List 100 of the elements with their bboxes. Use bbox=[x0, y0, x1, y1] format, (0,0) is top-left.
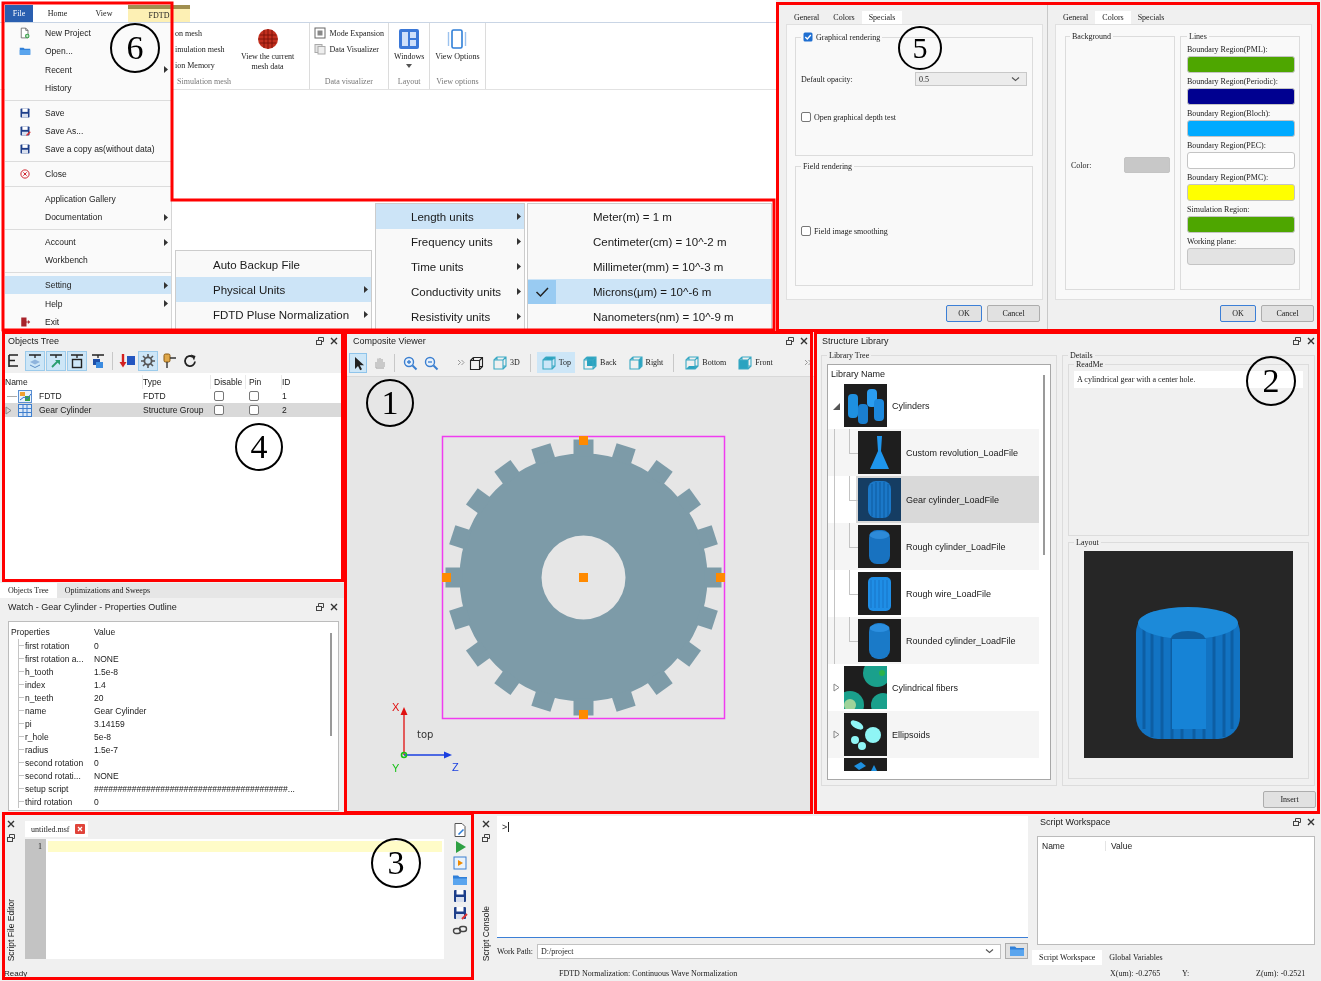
checkbox-icon[interactable] bbox=[249, 391, 259, 401]
dialog-tab[interactable]: Specials bbox=[861, 11, 903, 24]
checkbox-icon[interactable] bbox=[803, 32, 813, 42]
menu-item[interactable]: Exit bbox=[5, 312, 66, 331]
close-icon[interactable] bbox=[799, 335, 809, 346]
menu-item[interactable]: Open... bbox=[5, 42, 79, 61]
menu-item[interactable]: Meter(m) = 1 m bbox=[528, 204, 771, 229]
dialog-button[interactable]: OK bbox=[1220, 305, 1256, 322]
restore-icon[interactable] bbox=[315, 335, 325, 346]
ribbon-button[interactable]: on mesh bbox=[175, 26, 225, 40]
swatch-icon[interactable] bbox=[1187, 184, 1295, 201]
console-field[interactable]: > bbox=[497, 816, 1028, 938]
swatch-icon[interactable] bbox=[1187, 120, 1295, 137]
browse-button[interactable] bbox=[1005, 943, 1028, 959]
swatch-icon[interactable] bbox=[1187, 248, 1295, 265]
checkbox[interactable]: Field image smoothing bbox=[801, 226, 1027, 236]
resize-handle[interactable] bbox=[579, 436, 588, 445]
restore-icon[interactable] bbox=[6, 833, 16, 843]
scrollbar[interactable] bbox=[1043, 375, 1045, 555]
close-icon[interactable] bbox=[6, 819, 16, 829]
checkbox-icon[interactable] bbox=[801, 112, 811, 122]
editor-tab[interactable]: untitled.msf bbox=[25, 821, 89, 837]
resize-handle[interactable] bbox=[442, 573, 451, 582]
resize-handle[interactable] bbox=[579, 710, 588, 719]
menu-item[interactable]: Save As... bbox=[5, 122, 90, 141]
center-handle[interactable] bbox=[579, 573, 588, 582]
panel-tab[interactable]: Script Workspace bbox=[1032, 950, 1103, 965]
checkbox-icon[interactable] bbox=[214, 391, 224, 401]
menu-item[interactable]: Nanometers(nm) = 10^-9 m bbox=[528, 304, 771, 329]
tree-item[interactable]: Ellipsoids bbox=[828, 711, 1039, 758]
tree-item[interactable]: Rough cylinder_LoadFile bbox=[828, 523, 1039, 570]
menu-item[interactable]: FDTD Pluse Normalization bbox=[176, 302, 371, 327]
view-button[interactable]: Right bbox=[623, 352, 668, 373]
dialog-button[interactable]: OK bbox=[946, 305, 982, 322]
menu-item[interactable]: Save bbox=[5, 103, 71, 122]
menu-item[interactable]: Setting bbox=[5, 276, 171, 295]
dialog-button[interactable]: Cancel bbox=[987, 305, 1040, 322]
resize-handle[interactable] bbox=[716, 573, 725, 582]
view-button[interactable]: Bottom bbox=[680, 352, 731, 373]
menu-item[interactable]: Centimeter(cm) = 10^-2 m bbox=[528, 229, 771, 254]
pointer-icon[interactable] bbox=[349, 352, 367, 373]
ribbon-button[interactable]: imulation mesh bbox=[175, 42, 225, 56]
view-button[interactable]: Top bbox=[536, 352, 576, 373]
close-icon[interactable] bbox=[1306, 816, 1316, 827]
dropdown[interactable]: 0.5 bbox=[915, 72, 1027, 86]
panel-tab[interactable]: Global Variables bbox=[1102, 950, 1170, 965]
ribbon-button[interactable]: View the current mesh data bbox=[230, 26, 305, 75]
tree-item[interactable]: Rounded cylinder_LoadFile bbox=[828, 617, 1039, 664]
menu-item[interactable]: Workbench bbox=[5, 251, 94, 270]
ribbon-button[interactable]: Data Visualizer bbox=[313, 42, 384, 56]
collapse-icon[interactable] bbox=[832, 401, 840, 410]
menu-item[interactable]: Account bbox=[5, 232, 171, 252]
expand-icon[interactable] bbox=[832, 730, 840, 739]
menu-item[interactable]: History bbox=[5, 78, 78, 98]
menu-item[interactable]: Conductivity units bbox=[376, 279, 524, 304]
close-icon[interactable] bbox=[329, 601, 339, 612]
more-icon[interactable] bbox=[804, 359, 812, 366]
close-icon[interactable] bbox=[481, 819, 491, 829]
path-dropdown[interactable]: D:/project bbox=[537, 943, 1001, 959]
menu-item[interactable]: Close bbox=[5, 165, 73, 184]
tree-row[interactable]: FDTD FDTD 1 bbox=[3, 389, 343, 403]
restore-icon[interactable] bbox=[481, 833, 491, 843]
menu-item[interactable]: Auto Backup File bbox=[176, 252, 371, 277]
view-button[interactable]: Back bbox=[578, 352, 621, 373]
scrollbar[interactable] bbox=[330, 633, 332, 736]
frame-icon[interactable] bbox=[67, 351, 87, 371]
ribbon-tab[interactable]: File bbox=[5, 5, 33, 22]
menu-item[interactable]: Length units bbox=[376, 204, 524, 229]
more-icon[interactable] bbox=[457, 359, 465, 366]
checkbox-icon[interactable] bbox=[214, 405, 224, 415]
checkbox[interactable]: Graphical rendering bbox=[803, 32, 881, 42]
ribbon-tab[interactable]: View bbox=[82, 5, 126, 22]
menu-item[interactable]: Help bbox=[5, 294, 171, 313]
expand-icon[interactable] bbox=[832, 683, 840, 692]
ribbon-tab[interactable]: FDTD bbox=[128, 5, 190, 22]
menu-item[interactable]: New Project bbox=[5, 24, 97, 43]
checkbox[interactable]: Open graphical depth test bbox=[801, 112, 1027, 122]
ribbon-tab[interactable]: Home bbox=[35, 5, 80, 22]
menu-item[interactable]: Physical Units bbox=[176, 277, 371, 302]
edit-file-icon[interactable] bbox=[451, 822, 468, 838]
ribbon-button[interactable]: Windows bbox=[393, 26, 426, 75]
view-button[interactable]: Front bbox=[733, 352, 777, 373]
layers-icon[interactable] bbox=[25, 351, 45, 371]
swatch-icon[interactable] bbox=[1187, 152, 1295, 169]
close-icon[interactable] bbox=[329, 335, 339, 346]
expand-icon[interactable] bbox=[5, 405, 12, 415]
tree-item[interactable]: Custom revolution_LoadFile bbox=[828, 429, 1039, 476]
menu-item[interactable]: Millimeter(mm) = 10^-3 m bbox=[528, 254, 771, 279]
menu-item[interactable]: Frequency units bbox=[376, 229, 524, 254]
dialog-tab[interactable]: Colors bbox=[1095, 11, 1131, 24]
panel-tab[interactable]: Objects Tree bbox=[0, 583, 57, 598]
menu-item[interactable]: Save a copy as(without data) bbox=[5, 140, 161, 159]
view-button[interactable]: 3D bbox=[488, 352, 524, 373]
checkbox-icon[interactable] bbox=[249, 405, 259, 415]
insert-button[interactable]: Insert bbox=[1263, 791, 1316, 808]
dialog-tab[interactable]: Colors bbox=[826, 11, 862, 24]
menu-item[interactable]: Time units bbox=[376, 254, 524, 279]
swatch-icon[interactable] bbox=[1124, 157, 1170, 173]
ribbon-button[interactable]: ion Memory bbox=[175, 58, 225, 72]
menu-item[interactable]: Documentation bbox=[5, 208, 171, 227]
